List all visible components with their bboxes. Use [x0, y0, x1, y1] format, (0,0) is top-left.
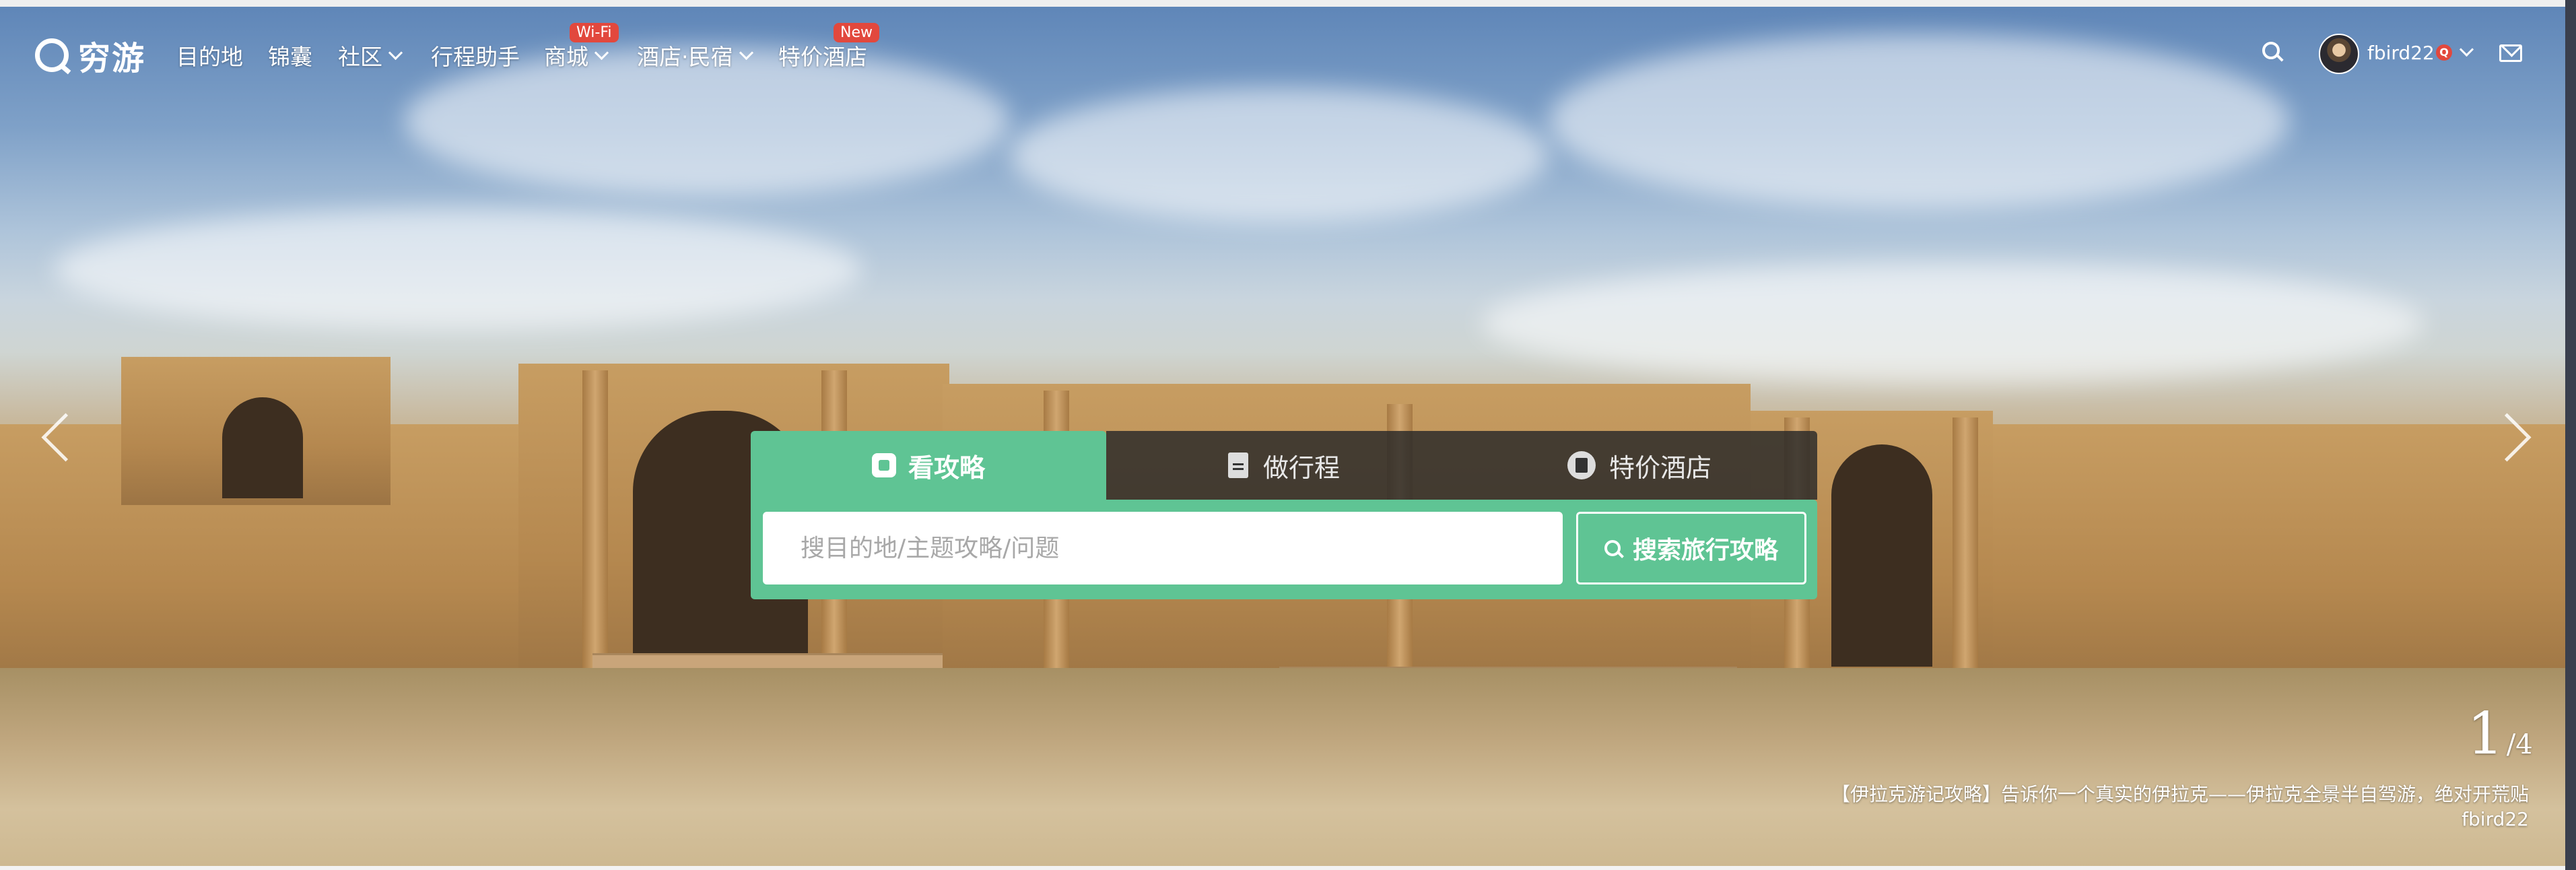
nav-label: 行程助手 [431, 44, 520, 70]
search-bar: 搜索旅行攻略 [751, 500, 1817, 599]
slide-current: 1 [2467, 700, 2504, 768]
slide-counter: 1/4 [2467, 700, 2533, 768]
nav-item-guides[interactable]: 锦囊 [268, 39, 312, 71]
slide-caption-link[interactable]: 【伊拉克游记攻略】告诉你一个真实的伊拉克——伊拉克全景半自驾游，绝对开荒贴 [1831, 780, 2529, 807]
search-field[interactable] [763, 512, 1563, 584]
tab-itinerary[interactable]: 做行程 [1106, 431, 1462, 500]
browser-top-strip [0, 0, 2576, 7]
nav-item-hotel-deals[interactable]: 特价酒店 [778, 39, 867, 71]
chevron-down-icon [594, 45, 609, 60]
search-guides-button[interactable]: 搜索旅行攻略 [1576, 512, 1806, 584]
guide-icon [871, 453, 896, 477]
chevron-down-icon [739, 45, 753, 60]
slide-separator: / [2506, 729, 2516, 760]
chevron-down-icon[interactable] [2459, 42, 2474, 57]
wifi-badge: Wi-Fi [570, 23, 619, 42]
search-icon[interactable] [2262, 42, 2280, 59]
tab-label: 做行程 [1262, 453, 1340, 483]
document-icon [1227, 453, 1248, 478]
slide-total: 4 [2515, 729, 2533, 760]
tab-hotel-deals[interactable]: 特价酒店 [1462, 431, 1817, 500]
search-button-label: 搜索旅行攻略 [1632, 537, 1778, 564]
nav-item-community[interactable]: 社区 [338, 39, 403, 71]
nav-label: 商城 [544, 44, 588, 70]
nav-item-shop[interactable]: 商城 [544, 39, 609, 71]
search-input[interactable] [799, 533, 1526, 563]
logo-text: 穷游 [78, 40, 146, 77]
search-panel: 看攻略 做行程 特价酒店 搜索旅行攻略 [751, 431, 1817, 599]
user-level-badge: Q [2436, 44, 2452, 61]
page-bottom-edge [0, 866, 2565, 870]
site-logo[interactable]: 穷游 [35, 35, 145, 77]
nav-item-trip-planner[interactable]: 行程助手 [431, 39, 520, 71]
nav-label: 社区 [338, 44, 382, 70]
new-badge: New [834, 23, 879, 42]
tab-label: 特价酒店 [1608, 453, 1711, 483]
tab-guides[interactable]: 看攻略 [751, 431, 1106, 500]
chevron-down-icon [388, 45, 403, 60]
hotel-icon [1567, 451, 1596, 479]
tab-label: 看攻略 [908, 453, 985, 483]
nav-label: 锦囊 [268, 44, 312, 70]
nav-label: 酒店·民宿 [637, 44, 733, 70]
search-tabs: 看攻略 做行程 特价酒店 [751, 431, 1817, 500]
scrollbar-edge [2565, 0, 2576, 870]
logo-q-icon [35, 38, 69, 72]
username[interactable]: fbird22 [2367, 42, 2435, 64]
slide-author-link[interactable]: fbird22 [2462, 808, 2529, 830]
mail-icon[interactable] [2499, 44, 2522, 62]
nav-item-hotels[interactable]: 酒店·民宿 [637, 39, 753, 71]
avatar[interactable] [2319, 34, 2359, 74]
top-navigation: 穷游 目的地 锦囊 社区 行程助手 商城 Wi-Fi 酒店·民宿 特价酒店 Ne… [0, 7, 2565, 94]
nav-label: 目的地 [176, 44, 243, 70]
nav-label: 特价酒店 [778, 44, 867, 70]
nav-item-destinations[interactable]: 目的地 [176, 39, 243, 71]
search-icon [1604, 540, 1621, 556]
